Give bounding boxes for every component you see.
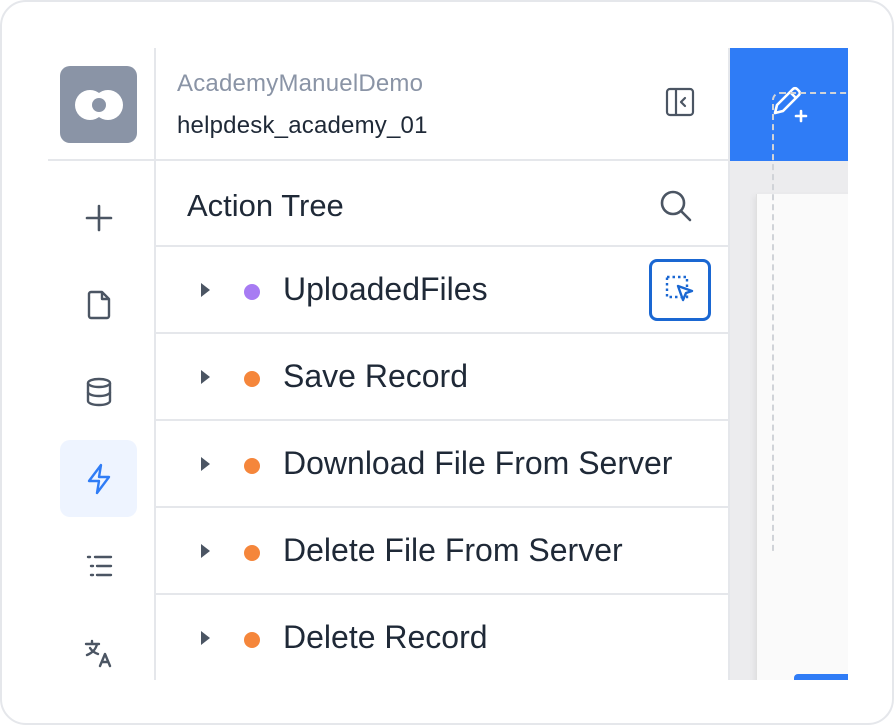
action-label: Download File From Server xyxy=(283,445,673,481)
file-icon xyxy=(87,290,110,319)
canvas-area xyxy=(730,48,848,680)
logo-icon xyxy=(74,89,123,120)
action-label: Delete Record xyxy=(283,619,488,655)
rail-pages-button[interactable] xyxy=(60,266,137,343)
rail-translate-button[interactable] xyxy=(60,614,137,680)
rail-data-button[interactable] xyxy=(60,353,137,430)
caret-right-icon[interactable] xyxy=(198,367,212,387)
list-icon xyxy=(86,555,112,576)
action-label: Delete File From Server xyxy=(283,532,623,568)
status-dot xyxy=(244,545,260,561)
header-divider xyxy=(156,159,730,161)
search-icon xyxy=(660,190,692,222)
select-element-button[interactable] xyxy=(649,259,711,321)
app-logo[interactable] xyxy=(60,66,137,143)
action-row[interactable]: Save Record xyxy=(156,334,730,421)
status-dot xyxy=(244,458,260,474)
lightning-icon xyxy=(87,463,110,494)
rail-add-button[interactable] xyxy=(60,179,137,256)
rail-divider xyxy=(48,159,156,161)
icon-rail xyxy=(48,48,156,680)
drop-zone xyxy=(772,92,848,552)
database-icon xyxy=(86,377,111,406)
action-row[interactable]: UploadedFiles xyxy=(156,247,730,334)
caret-right-icon[interactable] xyxy=(198,628,212,648)
action-label: Save Record xyxy=(283,358,468,394)
search-button[interactable] xyxy=(656,186,696,226)
status-dot xyxy=(244,371,260,387)
app-id: helpdesk_academy_01 xyxy=(177,112,428,139)
plus-icon xyxy=(85,204,112,231)
action-row[interactable]: Download File From Server xyxy=(156,421,730,508)
action-label: UploadedFiles xyxy=(283,271,488,307)
caret-right-icon[interactable] xyxy=(198,280,212,300)
status-dot xyxy=(244,284,260,300)
window-frame: AcademyManuelDemo helpdesk_academy_01 Ac… xyxy=(0,0,894,725)
rail-actions-button[interactable] xyxy=(60,440,137,517)
status-dot xyxy=(244,632,260,648)
app-name: AcademyManuelDemo xyxy=(177,70,424,97)
caret-right-icon[interactable] xyxy=(198,541,212,561)
select-cursor-icon xyxy=(665,275,694,302)
caret-right-icon[interactable] xyxy=(198,454,212,474)
rail-list-button[interactable] xyxy=(60,527,137,604)
canvas-accent-bar xyxy=(794,674,848,680)
sidebar-collapse-icon xyxy=(665,87,695,117)
panel-title: Action Tree xyxy=(187,188,344,223)
action-row[interactable]: Delete Record xyxy=(156,595,730,680)
app-viewport: AcademyManuelDemo helpdesk_academy_01 Ac… xyxy=(48,48,848,680)
translate-icon xyxy=(84,639,111,667)
action-tree-panel: AcademyManuelDemo helpdesk_academy_01 Ac… xyxy=(156,48,730,680)
action-row[interactable]: Delete File From Server xyxy=(156,508,730,595)
collapse-panel-button[interactable] xyxy=(664,86,696,118)
